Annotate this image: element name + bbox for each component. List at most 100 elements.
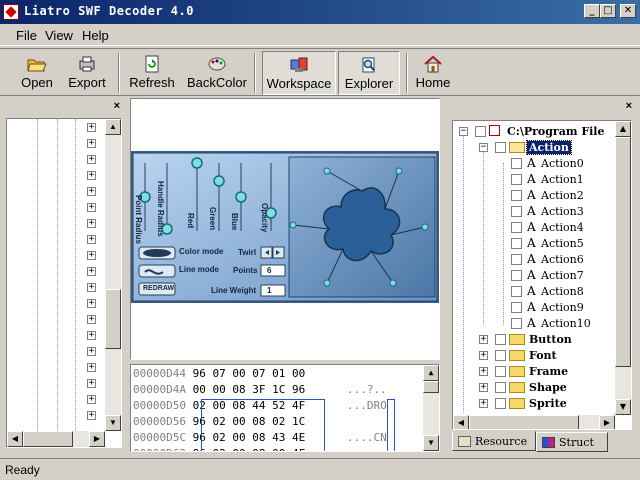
expand-icon[interactable]: +	[87, 219, 96, 228]
hex-row[interactable]: 00000D4A 00 00 08 3F 1C 96	[133, 383, 305, 399]
expand-icon[interactable]: +	[87, 283, 96, 292]
red-knob[interactable]	[191, 157, 203, 169]
expand-icon[interactable]: +	[87, 171, 96, 180]
toolbar-separator	[406, 53, 408, 93]
menu-view[interactable]: View	[45, 28, 73, 43]
explorer-button[interactable]: Explorer	[338, 51, 400, 95]
menu-help[interactable]: Help	[82, 28, 109, 43]
scroll-left-button[interactable]: ◀	[7, 431, 23, 447]
expand-icon[interactable]: +	[87, 155, 96, 164]
checkbox[interactable]	[495, 382, 506, 393]
scroll-thumb[interactable]	[23, 431, 73, 447]
folder-icon	[509, 334, 525, 345]
expand-icon[interactable]: +	[87, 251, 96, 260]
checkbox[interactable]	[511, 286, 522, 297]
expand-icon[interactable]: +	[87, 267, 96, 276]
checkbox[interactable]	[475, 126, 486, 137]
checkbox[interactable]	[511, 190, 522, 201]
checkbox[interactable]	[511, 206, 522, 217]
expand-icon[interactable]: +	[479, 351, 488, 360]
expand-icon[interactable]: +	[479, 367, 488, 376]
scroll-left-button[interactable]: ◀	[453, 415, 469, 429]
expand-icon[interactable]: +	[479, 335, 488, 344]
expand-icon[interactable]: +	[87, 187, 96, 196]
expand-icon[interactable]: +	[87, 363, 96, 372]
collapse-icon[interactable]: −	[459, 127, 468, 136]
scroll-down-button[interactable]: ▼	[423, 435, 439, 451]
export-button[interactable]: Export	[64, 51, 110, 95]
expand-icon[interactable]: +	[87, 235, 96, 244]
action-item-label: Action7	[541, 269, 584, 282]
checkbox[interactable]	[511, 318, 522, 329]
expand-icon[interactable]: +	[87, 315, 96, 324]
expand-icon[interactable]: +	[479, 399, 488, 408]
checkbox[interactable]	[495, 334, 506, 345]
maximize-button[interactable]: □	[600, 4, 616, 18]
expand-icon[interactable]: +	[87, 411, 96, 420]
swf-movie[interactable]: Point Radius Handle Radius Red Green Blu…	[131, 151, 439, 303]
left-tree-horizontal-scrollbar[interactable]: ◀ ▶	[7, 431, 105, 447]
checkbox[interactable]	[495, 398, 506, 409]
right-panel-close-button[interactable]: ×	[626, 100, 632, 112]
close-window-button[interactable]: ✕	[620, 4, 636, 18]
blue-knob[interactable]	[235, 191, 247, 203]
expand-icon[interactable]: +	[87, 331, 96, 340]
tab-struct[interactable]: Struct	[536, 432, 608, 452]
refresh-button[interactable]: Refresh	[126, 51, 178, 95]
checkbox[interactable]	[511, 222, 522, 233]
points-field[interactable]	[260, 264, 286, 277]
scroll-right-button[interactable]: ▶	[599, 415, 615, 429]
right-panel: × − C:\Program File − Action A Action0 A Ac…	[446, 98, 636, 454]
workspace-button[interactable]: Workspace	[262, 51, 336, 95]
hex-vertical-scrollbar[interactable]: ▲ ▼	[423, 365, 439, 451]
hex-bytes: 96 07 00 07 01 00	[192, 367, 306, 380]
expand-icon[interactable]: +	[479, 383, 488, 392]
open-button[interactable]: Open	[14, 51, 60, 95]
minimize-button[interactable]: _	[584, 4, 600, 18]
scroll-thumb[interactable]	[615, 137, 631, 367]
checkbox[interactable]	[511, 254, 522, 265]
scroll-up-button[interactable]: ▲	[423, 365, 439, 381]
backcolor-button[interactable]: BackColor	[186, 51, 248, 95]
expand-icon[interactable]: +	[87, 379, 96, 388]
expand-icon[interactable]: +	[87, 203, 96, 212]
expand-icon[interactable]: +	[87, 299, 96, 308]
scroll-thumb[interactable]	[469, 415, 579, 429]
workspace-icon	[290, 57, 308, 72]
scroll-down-button[interactable]: ▼	[615, 399, 631, 415]
hex-row[interactable]: 00000D44 96 07 00 07 01 00	[133, 367, 305, 383]
expand-icon[interactable]: +	[87, 395, 96, 404]
tab-resource[interactable]: Resource	[452, 431, 536, 451]
slider-label-red: Red	[186, 213, 195, 229]
resource-tree-horizontal-scrollbar[interactable]: ◀ ▶	[453, 415, 615, 429]
scroll-thumb[interactable]	[423, 381, 439, 393]
hex-view[interactable]: 00000D44 96 07 00 07 01 00 00000D4A 00 00…	[130, 364, 440, 452]
left-panel-close-button[interactable]: ×	[114, 100, 120, 112]
checkbox[interactable]	[511, 270, 522, 281]
scroll-up-button[interactable]: ▲	[615, 121, 631, 137]
scroll-thumb[interactable]	[105, 289, 121, 349]
line-weight-field[interactable]	[260, 284, 286, 297]
checkbox[interactable]	[511, 174, 522, 185]
collapse-icon[interactable]: −	[479, 143, 488, 152]
checkbox[interactable]	[511, 302, 522, 313]
checkbox[interactable]	[511, 158, 522, 169]
expand-icon[interactable]: +	[87, 139, 96, 148]
scroll-up-button[interactable]: ▲	[105, 119, 121, 135]
checkbox[interactable]	[495, 142, 506, 153]
expand-icon[interactable]: +	[87, 347, 96, 356]
expand-icon[interactable]: +	[87, 123, 96, 132]
resource-tree-vertical-scrollbar[interactable]: ▲ ▼	[615, 121, 631, 415]
checkbox[interactable]	[495, 350, 506, 361]
scroll-right-button[interactable]: ▶	[89, 431, 105, 447]
left-tree: + + + + + + + + + + + + + + + + + + + ▲ ▼ ◀ ▶	[6, 118, 122, 448]
checkbox[interactable]	[495, 366, 506, 377]
export-icon	[79, 56, 95, 72]
left-tree-vertical-scrollbar[interactable]: ▲ ▼	[105, 119, 121, 431]
checkbox[interactable]	[511, 238, 522, 249]
green-knob[interactable]	[213, 175, 225, 187]
action-glyph-icon: A	[527, 300, 536, 314]
menu-file[interactable]: File	[16, 28, 37, 43]
home-button[interactable]: Home	[412, 51, 454, 95]
scroll-down-button[interactable]: ▼	[105, 415, 121, 431]
